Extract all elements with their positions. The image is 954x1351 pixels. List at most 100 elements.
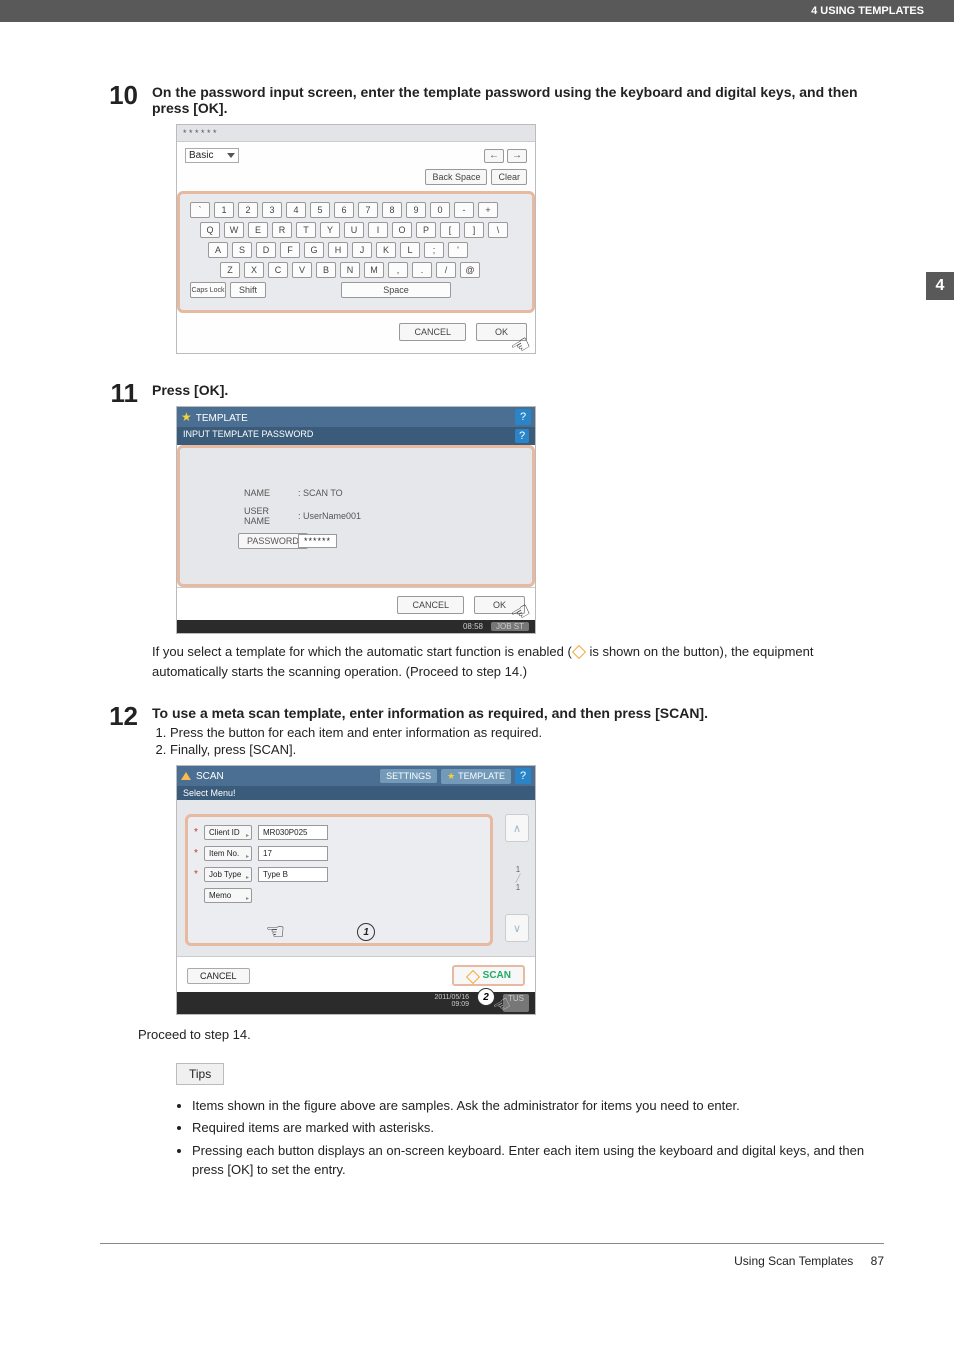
key[interactable]: G [304, 242, 324, 258]
step-title: To use a meta scan template, enter infor… [152, 705, 884, 721]
key[interactable]: 0 [430, 202, 450, 218]
key[interactable]: , [388, 262, 408, 278]
username-value: : UserName001 [298, 511, 361, 521]
space-key[interactable]: Space [341, 282, 451, 298]
key[interactable]: 2 [238, 202, 258, 218]
settings-tab[interactable]: SETTINGS [380, 769, 437, 783]
key[interactable]: F [280, 242, 300, 258]
pointer-hand-icon: ☜ [266, 919, 413, 945]
step-10: 10 On the password input screen, enter t… [100, 82, 884, 362]
key[interactable]: O [392, 222, 412, 238]
key[interactable]: R [272, 222, 292, 238]
key[interactable]: ' [448, 242, 468, 258]
template-tab[interactable]: ★TEMPLATE [441, 769, 511, 784]
help-icon[interactable]: ? [515, 429, 529, 443]
username-label: USER NAME [194, 506, 284, 526]
scroll-up-button[interactable]: ∧ [505, 814, 529, 842]
step-number: 10 [100, 82, 138, 362]
key[interactable]: 9 [406, 202, 426, 218]
key[interactable]: - [454, 202, 474, 218]
key[interactable]: I [368, 222, 388, 238]
capslock-key[interactable]: Caps Lock [190, 282, 226, 298]
key[interactable]: W [224, 222, 244, 238]
star-icon: ★ [181, 410, 192, 424]
clear-button[interactable]: Clear [491, 169, 527, 185]
key[interactable]: Q [200, 222, 220, 238]
key[interactable]: ` [190, 202, 210, 218]
help-icon[interactable]: ? [515, 409, 531, 425]
tips-heading: Tips [176, 1063, 224, 1085]
cancel-button[interactable]: CANCEL [187, 968, 250, 984]
key[interactable]: E [248, 222, 268, 238]
key[interactable]: L [400, 242, 420, 258]
scan-icon [181, 772, 191, 780]
key[interactable]: U [344, 222, 364, 238]
key[interactable]: 7 [358, 202, 378, 218]
cancel-button[interactable]: CANCEL [399, 323, 466, 341]
key[interactable]: Y [320, 222, 340, 238]
scan-button-label: SCAN [483, 970, 511, 981]
scroll-down-button[interactable]: ∨ [505, 914, 529, 942]
nav-right-button[interactable]: → [507, 149, 527, 163]
shift-key[interactable]: Shift [230, 282, 266, 298]
dropdown-label: Basic [189, 150, 213, 161]
key[interactable]: X [244, 262, 264, 278]
tip-item: Required items are marked with asterisks… [192, 1118, 884, 1138]
page-current: 1 [505, 865, 531, 874]
name-value: : SCAN TO [298, 488, 343, 498]
layout-dropdown[interactable]: Basic [185, 148, 239, 163]
scan-button[interactable]: SCAN [452, 965, 525, 986]
job-type-button[interactable]: Job Type [204, 867, 252, 882]
key[interactable]: 6 [334, 202, 354, 218]
required-asterisk: * [194, 827, 198, 838]
key[interactable]: + [478, 202, 498, 218]
key[interactable]: V [292, 262, 312, 278]
key[interactable]: P [416, 222, 436, 238]
step-12: 12 To use a meta scan template, enter in… [100, 703, 884, 1183]
template-subheader: INPUT TEMPLATE PASSWORD [183, 429, 313, 443]
key[interactable]: 4 [286, 202, 306, 218]
key[interactable]: [ [440, 222, 460, 238]
key[interactable]: / [436, 262, 456, 278]
backspace-button[interactable]: Back Space [425, 169, 487, 185]
key[interactable]: M [364, 262, 384, 278]
key[interactable]: 3 [262, 202, 282, 218]
key[interactable]: B [316, 262, 336, 278]
help-icon[interactable]: ? [515, 768, 531, 784]
key[interactable]: A [208, 242, 228, 258]
key[interactable]: H [328, 242, 348, 258]
memo-button[interactable]: Memo [204, 888, 252, 903]
key[interactable]: J [352, 242, 372, 258]
key[interactable]: ] [464, 222, 484, 238]
job-type-value: Type B [258, 867, 328, 882]
key[interactable]: @ [460, 262, 480, 278]
key[interactable]: Z [220, 262, 240, 278]
item-no-button[interactable]: Item No. [204, 846, 252, 861]
step-number: 12 [100, 703, 138, 1183]
key[interactable]: T [296, 222, 316, 238]
key[interactable]: . [412, 262, 432, 278]
key[interactable]: 1 [214, 202, 234, 218]
key[interactable]: D [256, 242, 276, 258]
callout-1: 1 [357, 923, 375, 941]
required-asterisk: * [194, 869, 198, 880]
item-no-value: 17 [258, 846, 328, 861]
footer-title: Using Scan Templates [734, 1254, 853, 1268]
key[interactable]: ; [424, 242, 444, 258]
required-asterisk: * [194, 848, 198, 859]
key[interactable]: K [376, 242, 396, 258]
key[interactable]: 8 [382, 202, 402, 218]
step-11: 11 Press [OK]. ★TEMPLATE ? INPUT TEMPLAT… [100, 380, 884, 685]
nav-left-button[interactable]: ← [484, 149, 504, 163]
cancel-button[interactable]: CANCEL [397, 596, 464, 614]
key[interactable]: C [268, 262, 288, 278]
key[interactable]: S [232, 242, 252, 258]
status-datetime: 2011/05/16 09:09 [434, 994, 469, 1012]
key[interactable]: \ [488, 222, 508, 238]
scan-screenshot: SCAN SETTINGS ★TEMPLATE ? Select Menu! * [176, 765, 536, 1015]
key[interactable]: N [340, 262, 360, 278]
key[interactable]: 5 [310, 202, 330, 218]
step-number: 11 [100, 380, 138, 685]
password-masked: * * * * * * [177, 125, 535, 142]
client-id-button[interactable]: Client ID [204, 825, 252, 840]
